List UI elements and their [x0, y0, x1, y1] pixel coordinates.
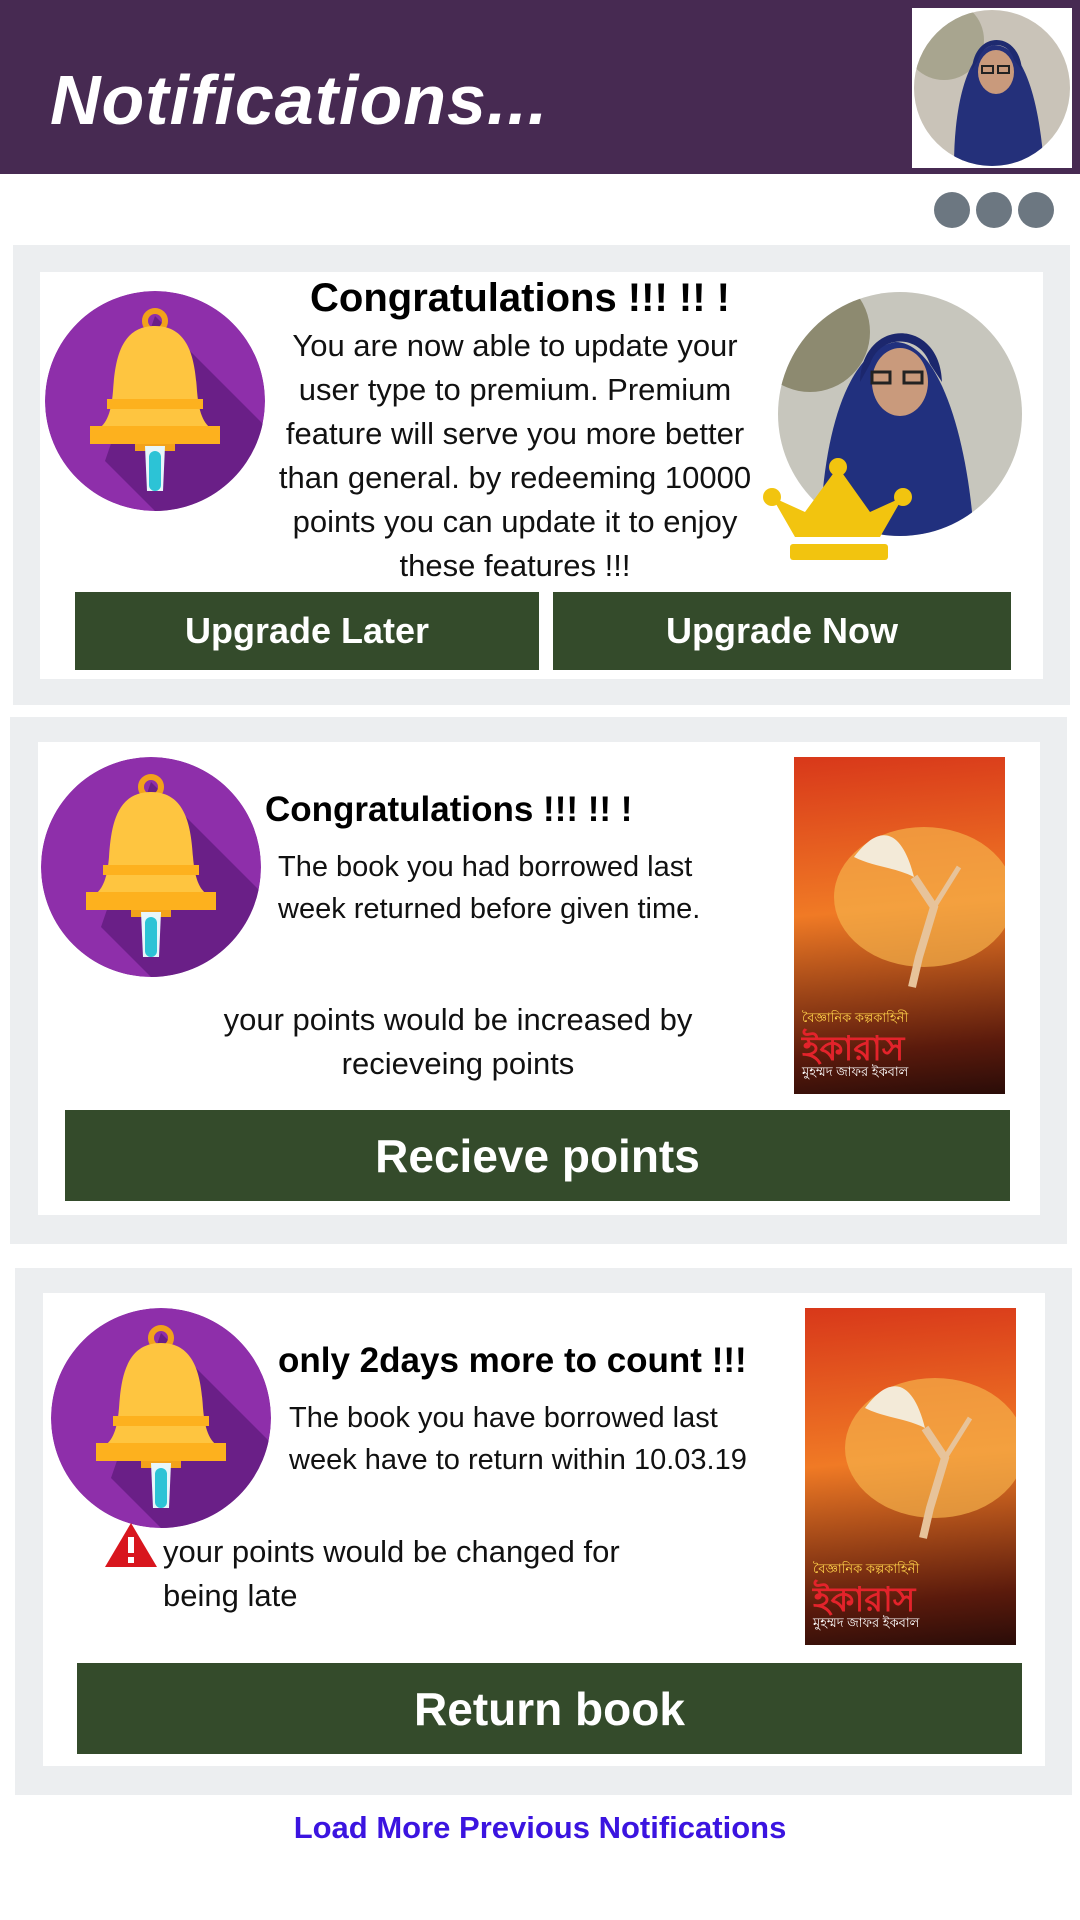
notification-card-returned: Congratulations !!! !! ! The book you ha… [10, 717, 1067, 1244]
book-author: মুহম্মদ জাফর ইকবাল [813, 1615, 920, 1630]
profile-avatar[interactable] [912, 8, 1072, 168]
notification-title: Congratulations !!! !! ! [310, 276, 730, 320]
notification-title: only 2days more to count !!! [278, 1341, 747, 1380]
notification-note: your points would be changed for being l… [163, 1534, 620, 1613]
book-cover: বৈজ্ঞানিক কল্পকাহিনী ইকারাস মুহম্মদ জাফর… [805, 1308, 1016, 1645]
warning-icon [105, 1523, 157, 1567]
notification-card-premium: Congratulations !!! !! ! You are now abl… [13, 245, 1070, 705]
notification-note: your points would be increased by reciev… [223, 1002, 693, 1081]
premium-avatar [763, 292, 1022, 560]
dot [976, 192, 1012, 228]
notification-card-body: Congratulations !!! !! ! You are now abl… [40, 272, 1043, 679]
book-author: মুহম্মদ জাফর ইকবাল [802, 1064, 909, 1079]
bell-icon [45, 291, 265, 511]
notification-body: The book you have borrowed last week hav… [289, 1402, 747, 1476]
dot [934, 192, 970, 228]
notification-card-body: Congratulations !!! !! ! The book you ha… [38, 742, 1040, 1215]
bell-icon [51, 1308, 271, 1528]
notification-body: The book you had borrowed last week retu… [278, 851, 701, 925]
notification-title: Congratulations !!! !! ! [265, 790, 633, 829]
book-cover: বৈজ্ঞানিক কল্পকাহিনী ইকারাস মুহম্মদ জাফর… [794, 757, 1005, 1094]
notification-card-body: only 2days more to count !!! The book yo… [43, 1293, 1045, 1766]
upgrade-now-button[interactable]: Upgrade Now [553, 592, 1011, 670]
receive-points-button[interactable]: Recieve points [65, 1110, 1010, 1201]
more-dots-icon[interactable] [934, 192, 1060, 228]
notification-card-due: only 2days more to count !!! The book yo… [15, 1268, 1072, 1795]
notification-body: You are now able to update your user typ… [278, 328, 752, 583]
app-header: Notifications... [0, 0, 1080, 174]
upgrade-later-button[interactable]: Upgrade Later [75, 592, 539, 670]
return-book-button[interactable]: Return book [77, 1663, 1022, 1754]
load-more-link[interactable]: Load More Previous Notifications [0, 1810, 1080, 1846]
dot [1018, 192, 1054, 228]
bell-icon [41, 757, 261, 977]
page-title: Notifications... [50, 61, 549, 139]
